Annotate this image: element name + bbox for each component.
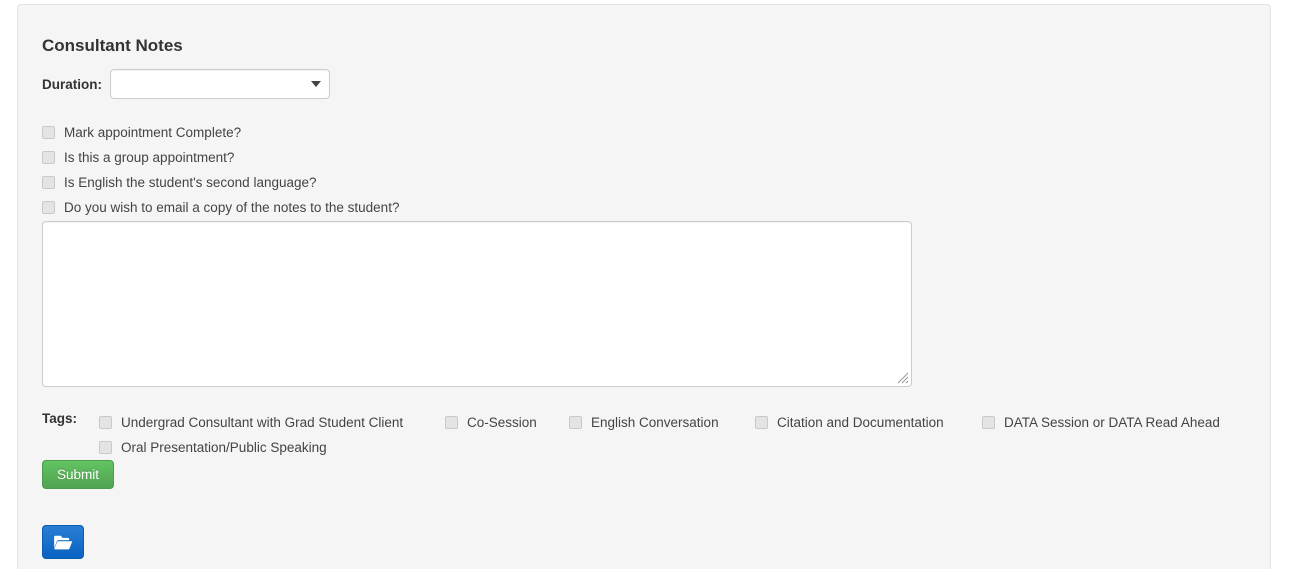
duration-select[interactable] [110,69,330,99]
tag-undergrad-consultant-with-grad-student-client[interactable]: Undergrad Consultant with Grad Student C… [99,415,445,430]
checkbox-mark-complete[interactable] [42,126,55,139]
tag-label-co-session: Co-Session [467,415,537,430]
duration-row: Duration: [42,69,330,99]
checkbox-second-language[interactable] [42,176,55,189]
option-label-group-appointment: Is this a group appointment? [64,150,235,165]
option-row-email-copy[interactable]: Do you wish to email a copy of the notes… [42,195,399,220]
chevron-down-icon [311,81,321,87]
folder-open-button[interactable] [42,525,84,559]
duration-label: Duration: [42,76,102,92]
option-row-second-language[interactable]: Is English the student's second language… [42,170,399,195]
option-row-mark-complete[interactable]: Mark appointment Complete? [42,120,399,145]
checkbox-group-appointment[interactable] [42,151,55,164]
tag-oral-presentation-public-speaking[interactable]: Oral Presentation/Public Speaking [99,440,327,455]
tag-english-conversation[interactable]: English Conversation [569,415,755,430]
submit-button[interactable]: Submit [42,460,115,489]
tag-co-session[interactable]: Co-Session [445,415,569,430]
option-label-mark-complete: Mark appointment Complete? [64,125,242,140]
tag-label-undergrad-consultant: Undergrad Consultant with Grad Student C… [121,415,404,430]
tag-citation-and-documentation[interactable]: Citation and Documentation [755,415,982,430]
folder-open-icon [53,535,72,549]
tags-row-first: Undergrad Consultant with Grad Student C… [99,410,1252,435]
tags-items: Undergrad Consultant with Grad Student C… [99,410,1252,460]
notes-textarea[interactable] [42,221,912,387]
checkbox-co-session[interactable] [445,416,458,429]
option-label-second-language: Is English the student's second language… [64,175,317,190]
option-label-email-copy: Do you wish to email a copy of the notes… [64,200,400,215]
option-row-group-appointment[interactable]: Is this a group appointment? [42,145,399,170]
tags-row-second: Oral Presentation/Public Speaking [99,435,1252,460]
resize-handle-icon[interactable] [897,372,909,384]
tag-label-oral-presentation: Oral Presentation/Public Speaking [121,440,327,455]
appointment-options-group: Mark appointment Complete? Is this a gro… [42,120,399,220]
checkbox-email-copy[interactable] [42,201,55,214]
tag-data-session-or-data-read-ahead[interactable]: DATA Session or DATA Read Ahead [982,415,1220,430]
checkbox-data-session-or-data-read-ahead[interactable] [982,416,995,429]
checkbox-citation-and-documentation[interactable] [755,416,768,429]
tag-label-english-conversation: English Conversation [591,415,719,430]
tags-section: Tags: Undergrad Consultant with Grad Stu… [42,410,1252,460]
consultant-notes-panel: Consultant Notes Duration: Mark appointm… [17,4,1271,569]
tags-label: Tags: [42,411,78,426]
checkbox-undergrad-consultant-with-grad-student-client[interactable] [99,416,112,429]
checkbox-english-conversation[interactable] [569,416,582,429]
checkbox-oral-presentation-public-speaking[interactable] [99,441,112,454]
page-title: Consultant Notes [42,36,183,55]
tag-label-citation-and-documentation: Citation and Documentation [777,415,944,430]
tag-label-data-session: DATA Session or DATA Read Ahead [1004,415,1220,430]
page-root: Consultant Notes Duration: Mark appointm… [0,0,1307,569]
